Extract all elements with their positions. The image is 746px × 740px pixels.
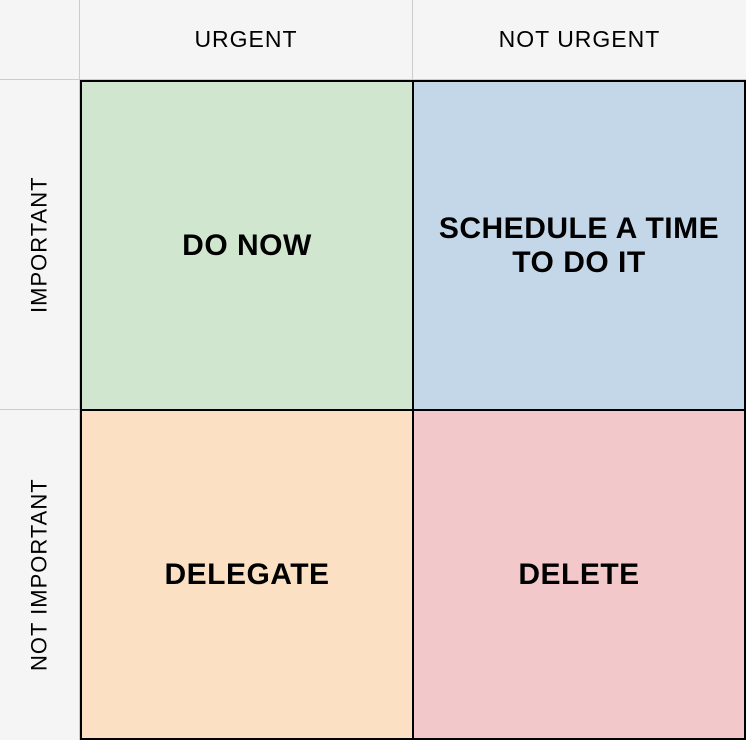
eisenhower-matrix: URGENT NOT URGENT IMPORTANT DO NOW SCHED…: [0, 0, 746, 740]
column-header-not-urgent: NOT URGENT: [413, 0, 746, 80]
row-header-not-important: NOT IMPORTANT: [0, 410, 80, 740]
row-header-important: IMPORTANT: [0, 80, 80, 410]
quadrant-delete: DELETE: [413, 410, 746, 740]
column-header-urgent: URGENT: [80, 0, 413, 80]
quadrant-delegate: DELEGATE: [80, 410, 413, 740]
corner-cell: [0, 0, 80, 80]
quadrant-schedule: SCHEDULE A TIME TO DO IT: [413, 80, 746, 410]
quadrant-do-now: DO NOW: [80, 80, 413, 410]
